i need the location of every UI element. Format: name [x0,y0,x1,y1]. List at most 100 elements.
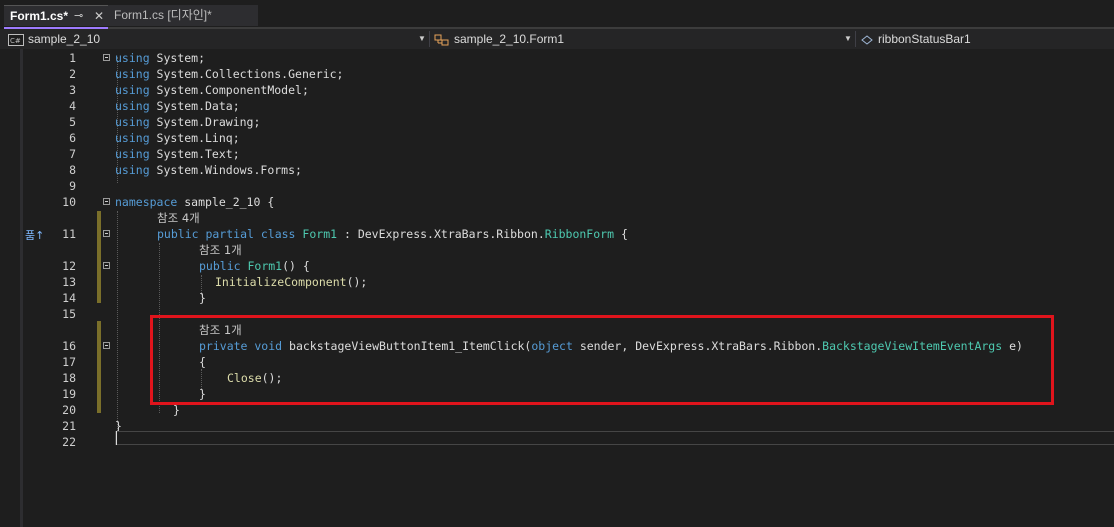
close-icon[interactable]: ✕ [94,6,104,27]
class-dropdown[interactable]: sample_2_10.Form1 [434,29,844,49]
collapse-icon[interactable] [103,342,110,349]
code-line: 1 using System; [0,50,1114,66]
line-number: 12 [62,259,76,273]
field-icon [861,35,873,45]
code-line: 12 public Form1() { [0,258,1114,274]
code-line: 2 using System.Collections.Generic; [0,66,1114,82]
code-token: sample_2_10 { [177,195,275,209]
code-token: using [115,163,150,177]
code-token: System; [149,51,206,65]
code-token: Form1 [247,259,283,273]
chevron-down-icon[interactable]: ▼ [844,29,852,49]
line-number: 21 [62,419,76,433]
line-number: 22 [62,435,76,449]
code-token: (); [346,275,368,289]
line-number: 19 [62,387,76,401]
code-text: } [199,290,206,306]
code-text: using System.Text; [115,146,240,162]
tab-form1-designer[interactable]: Form1.cs [디자인]* [108,5,258,26]
current-line-indicator [115,431,1114,445]
code-text: public Form1() { [199,258,310,274]
line-number: 20 [62,403,76,417]
code-token: System.Windows.Forms; [149,163,302,177]
pin-icon[interactable]: ⊸ [74,6,83,27]
code-token: namespace [115,195,178,209]
line-number: 9 [69,179,76,193]
tab-form1-cs[interactable]: Form1.cs* ⊸ ✕ [4,5,108,26]
project-dropdown[interactable]: C# sample_2_10 [8,29,428,49]
member-name: ribbonStatusBar1 [878,32,971,46]
code-token: using [115,115,150,129]
project-name: sample_2_10 [28,32,101,46]
collapse-icon[interactable] [103,198,110,205]
code-token: using [115,99,150,113]
code-token: System.Collections.Generic; [149,67,344,81]
codelens-reference[interactable]: 참조 4개 [157,210,200,226]
line-number: 6 [69,131,76,145]
line-number: 2 [69,67,76,81]
code-line: 7 using System.Text; [0,146,1114,162]
line-number: 18 [62,371,76,385]
line-number: 3 [69,83,76,97]
line-number: 17 [62,355,76,369]
line-number: 1 [69,51,76,65]
codelens-row: 참조 4개 [0,210,1114,226]
code-line: 8 using System.Windows.Forms; [0,162,1114,178]
code-token: using [115,51,150,65]
codelens-reference[interactable]: 참조 1개 [199,242,242,258]
code-line: 11 public partial class Form1 : DevExpres… [0,226,1114,242]
code-text: using System.Collections.Generic; [115,66,344,82]
line-number: 10 [62,195,76,209]
code-line: 13 InitializeComponent(); [0,274,1114,290]
line-number: 7 [69,147,76,161]
navigation-bar: C# sample_2_10 ▼ sample_2_10.Form1 ▼ rib… [0,29,1114,49]
code-token: using [115,131,150,145]
code-line: 14} [0,290,1114,306]
line-number: 16 [62,339,76,353]
code-token: System.Drawing; [149,115,261,129]
code-line: 9 [0,178,1114,194]
codelens-row: 참조 1개 [0,242,1114,258]
csharp-project-icon: C# [8,33,24,46]
text-caret [116,431,117,445]
code-token: { [614,227,628,241]
line-number: 8 [69,163,76,177]
code-token: Form1 [302,227,338,241]
tab-label: Form1.cs [디자인]* [114,8,212,22]
code-text: using System.Data; [115,98,240,114]
code-token: () { [282,259,310,273]
line-number: 13 [62,275,76,289]
code-editor[interactable]: 품↑ 1 using System; 2 using System.Collectio… [0,49,1114,527]
code-token: } [199,291,206,305]
code-text: public partial class Form1 : DevExpress.… [157,226,628,242]
code-line: 4 using System.Data; [0,98,1114,114]
code-line: 10 namespace sample_2_10 { [0,194,1114,210]
code-token: } [173,403,180,417]
line-number: 14 [62,291,76,305]
code-token: System.Linq; [149,131,240,145]
code-text: using System.Drawing; [115,114,260,130]
collapse-icon[interactable] [103,54,110,61]
collapse-icon[interactable] [103,230,110,237]
class-icon [434,34,449,46]
collapse-icon[interactable] [103,262,110,269]
line-number: 5 [69,115,76,129]
code-token: System.ComponentModel; [149,83,309,97]
code-text: using System.Windows.Forms; [115,162,302,178]
line-number: 4 [69,99,76,113]
nav-divider [855,31,856,47]
code-line: 6 using System.Linq; [0,130,1114,146]
code-token: public [199,259,241,273]
code-text: using System; [115,50,205,66]
document-tab-bar: Form1.cs* ⊸ ✕ Form1.cs [디자인]* [0,0,1114,29]
chevron-down-icon[interactable]: ▼ [418,29,426,49]
code-text: namespace sample_2_10 { [115,194,274,210]
code-token: InitializeComponent [215,275,347,289]
line-number: 15 [62,307,76,321]
member-dropdown[interactable]: ribbonStatusBar1 [860,29,1110,49]
annotation-highlight-box [150,315,1054,405]
class-name: sample_2_10.Form1 [454,32,565,46]
code-token: using [115,83,150,97]
svg-text:C#: C# [10,37,21,45]
line-number: 11 [62,227,76,241]
